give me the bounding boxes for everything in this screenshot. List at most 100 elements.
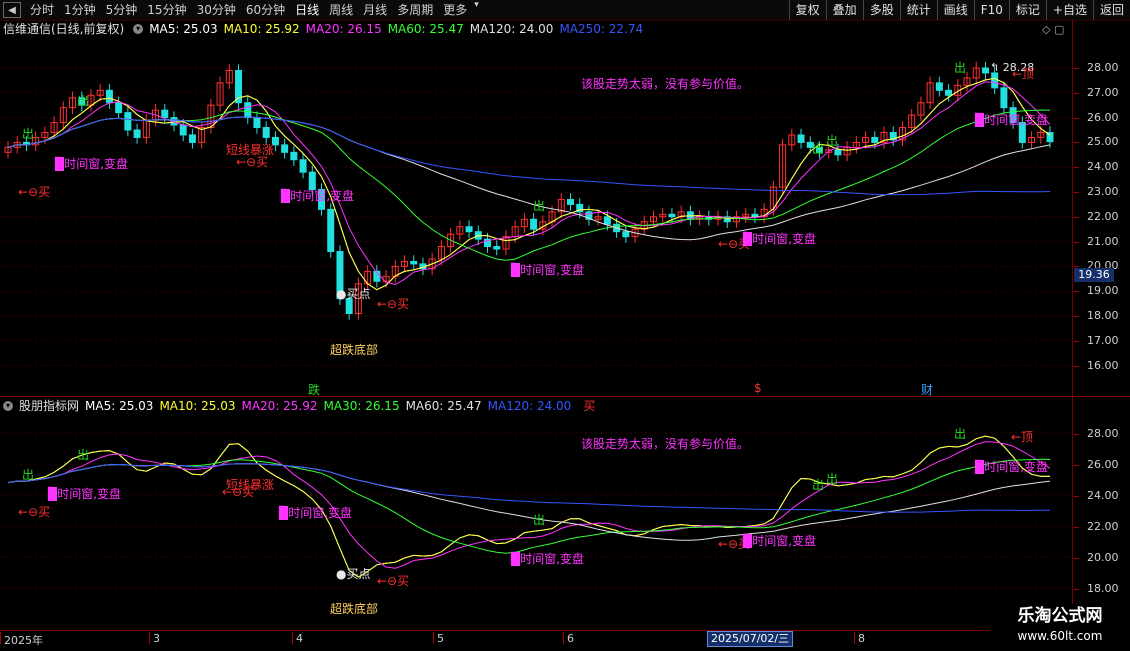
toolbar-button-5[interactable]: F10 [973,0,1009,20]
price-tick: 24.00 [1074,160,1119,174]
main-ma-legend: MA5: 25.03 MA10: 25.92 MA20: 26.15 MA60: 25… [149,21,649,37]
price-tick: 23.00 [1074,185,1119,198]
candle-body [991,72,999,89]
candle-body [493,246,501,250]
sub-ma-3: MA30: 26.15 [323,399,400,413]
tab-2[interactable]: 5分钟 [101,0,143,20]
weak-trend-notice-sub: 该股走势太弱，没有参与价值。 [581,437,750,451]
main-ma-3: MA60: 25.47 [387,22,464,36]
sell-signal-3: 出 [533,199,546,213]
more-dropdown-icon[interactable]: ▾ [474,0,479,20]
indicator-tick: 18.00 [1074,582,1119,595]
sub-bottom-label: 超跌底部 [330,602,379,616]
sell-signal-2: 出 [77,94,90,108]
sell-signal-6: 出 [954,61,967,75]
main-panel-header: 信维通信(日线,前复权) ▾ MA5: 25.03 MA10: 25.92 MA20… [0,21,655,37]
tab-0[interactable]: 分时 [25,0,59,20]
toolbar-button-6[interactable]: 标记 [1008,0,1046,20]
tab-7[interactable]: 周线 [324,0,358,20]
candle-body [945,89,953,96]
top-signal-sub: ←顶 [1011,430,1034,444]
date-label: 4 [292,632,303,645]
candle-body [410,260,418,265]
period-toolbar: ◀ 分时 1分钟 5分钟 15分钟 30分钟 60分钟 日线 周线 月线 多周期 更多 ▾ 复权 叠加多… [0,0,1130,21]
candle-body [253,117,261,129]
buy-signal-3: ←⊖买 [377,297,410,311]
toolbar-button-2[interactable]: 多股 [862,0,900,20]
toolbar-button-8[interactable]: 返回 [1092,0,1130,20]
main-ma-0: MA5: 25.03 [149,22,218,36]
indicator-axis: 28.00 26.00 24.00 22.00 20.00 18.00 [1072,397,1130,630]
sub-buy-1: ←⊖买 [18,505,51,519]
candle-body [179,124,187,136]
buy-signal-1: ←⊖买 [18,185,51,199]
candle-body [161,109,169,119]
sub-window-3: ▌时间窗,变盘 [511,552,585,566]
tab-4[interactable]: 30分钟 [192,0,241,20]
tab-9[interactable]: 多周期 [392,0,438,20]
toolbar-button-4[interactable]: 画线 [936,0,974,20]
time-window-2: ▌时间窗,变盘 [281,189,355,203]
candle-body [299,159,307,173]
price-tick: 28.00 [1074,61,1119,74]
indicator-tick: 22.00 [1074,520,1119,533]
sub-sell-5: 出 [826,472,839,486]
toolbar-button-3[interactable]: 统计 [899,0,937,20]
back-arrow-icon[interactable]: ◀ [3,2,21,18]
indicator-tick: 24.00 [1074,489,1119,502]
buy-point-dot-icon: ● [336,287,347,301]
candle-body [188,134,196,143]
sub-panel-header: ▾ 股朋指标网 MA5: 25.03 MA10: 25.03 MA20: 25.92… [0,398,601,414]
tab-5[interactable]: 60分钟 [241,0,290,20]
price-tick: 21.00 [1074,234,1119,248]
watermark-title: 乐淘公式网 [1017,606,1103,626]
tab-1[interactable]: 1分钟 [59,0,101,20]
tab-10[interactable]: 更多 [438,0,472,20]
date-label: 6 [563,632,574,645]
candle-body [327,208,335,253]
candle-body [871,136,879,143]
candlestick-chart[interactable] [0,38,1072,411]
date-label: 3 [149,632,160,645]
collapse-icon[interactable]: ▾ [133,24,144,34]
candle-body [115,102,123,114]
indicator-title: 股朋指标网 [19,399,80,413]
panel-corner-icons[interactable]: ◇ ▢ [1042,23,1064,36]
sell-signal-5: 出 [826,134,839,148]
panel-divider[interactable] [0,396,1130,397]
toolbar-button-1[interactable]: 叠加 [825,0,863,20]
sub-ma-0: MA5: 25.03 [85,399,154,413]
candle-body [834,149,842,156]
sub-buy-3: ←⊖买 [377,574,410,588]
sub-sell-2: 出 [77,448,90,462]
site-watermark: 乐淘公式网 www.60lt.com [990,604,1130,650]
sub-sell-1: 出 [22,468,35,482]
sub-ma-legend: MA5: 25.03 MA10: 25.03 MA20: 25.92 MA30: 26… [85,398,577,414]
candle-body [668,213,676,218]
sub-sell-3: 出 [533,513,546,527]
indicator-tick: 20.00 [1074,551,1119,564]
candle-body [622,231,630,238]
stock-title: 信维通信(日线,前复权) [3,22,125,36]
toolbar-button-0[interactable]: 复权 [788,0,826,20]
sell-signal-4: 出 [812,142,825,156]
sub-ma-2: MA20: 25.92 [241,399,318,413]
price-tick: 22.00 [1074,209,1119,223]
tab-3[interactable]: 15分钟 [142,0,191,20]
sub-short-surge: 短线暴涨 [226,478,275,492]
candle-body [244,102,252,119]
event-marker-dollar[interactable]: $ [754,381,762,395]
candle-body [133,129,141,138]
right-toolbar: 复权 叠加 多股 统计 画线 F10 标记 +自选 返回 [788,0,1130,20]
indicator-tick: 26.00 [1074,458,1119,471]
main-ma-2: MA20: 26.15 [305,22,382,36]
sell-signal-1: 出 [22,127,35,141]
toolbar-button-7[interactable]: +自选 [1045,0,1093,20]
tab-8[interactable]: 月线 [358,0,392,20]
collapse-icon-sub[interactable]: ▾ [3,401,13,411]
sub-ma-1: MA10: 25.03 [159,399,236,413]
sub-buy-point: ●买点 [336,567,371,581]
price-tick: 16.00 [1074,358,1119,372]
sub-ma-4: MA60: 25.47 [405,399,482,413]
tab-6[interactable]: 日线 [290,0,324,20]
